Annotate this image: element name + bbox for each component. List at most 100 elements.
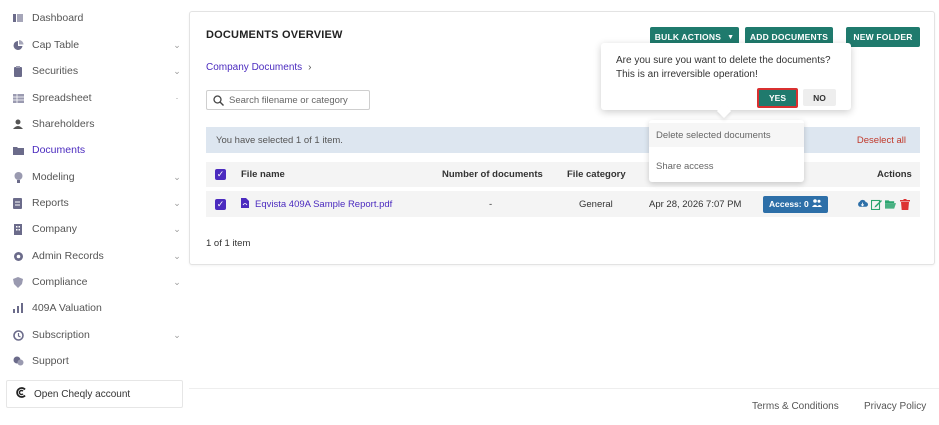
pie-chart-icon xyxy=(12,39,24,51)
sidebar-item-label: Dashboard xyxy=(32,12,84,24)
chevron-down-icon: ⌄ xyxy=(173,329,181,340)
check-icon: ✓ xyxy=(215,198,226,210)
caret-down-icon: ▼ xyxy=(727,33,735,41)
sidebar-item-label: Reports xyxy=(32,197,69,209)
no-button[interactable]: NO xyxy=(803,89,836,106)
search-box xyxy=(206,90,370,110)
sidebar-item-dashboard[interactable]: Dashboard xyxy=(12,10,182,26)
delete-confirm-popover: Are you sure you want to delete the docu… xyxy=(601,43,851,119)
sidebar-item-admin-records[interactable]: Admin Records ⌄ xyxy=(12,248,182,264)
clipboard-icon xyxy=(12,65,24,77)
report-icon xyxy=(12,197,24,209)
chevron-right-icon: › xyxy=(308,62,312,73)
chevron-down-icon: ⌄ xyxy=(173,250,181,261)
pagination-text: 1 of 1 item xyxy=(206,238,251,249)
sidebar-item-label: Support xyxy=(32,355,69,367)
file-name-text: Eqvista 409A Sample Report.pdf xyxy=(255,198,393,210)
access-button[interactable]: Access: 0 xyxy=(763,195,828,213)
delete-selected-documents-item[interactable]: Delete selected documents xyxy=(649,123,804,147)
sidebar-item-label: Admin Records xyxy=(32,250,104,262)
sidebar-item-label: Compliance xyxy=(32,276,88,288)
access-badge-cell: Access: 0 xyxy=(763,191,828,217)
date-cell: Apr 28, 2026 7:07 PM xyxy=(649,198,742,210)
sidebar-item-company[interactable]: Company ⌄ xyxy=(12,221,182,237)
sidebar-item-409a-valuation[interactable]: 409A Valuation xyxy=(12,300,182,316)
column-header-file-name[interactable]: File name xyxy=(241,162,285,187)
user-icon xyxy=(12,118,24,130)
new-folder-button[interactable]: NEW FOLDER xyxy=(846,27,920,47)
cheqly-logo-icon xyxy=(16,387,27,401)
folder-icon xyxy=(12,144,24,156)
open-cheqly-account-button[interactable]: Open Cheqly account xyxy=(6,380,183,408)
valuation-icon xyxy=(12,302,24,314)
edit-icon[interactable] xyxy=(871,199,882,210)
folder-open-icon[interactable] xyxy=(885,199,896,210)
column-header-number-of-documents[interactable]: Number of documents xyxy=(442,162,543,187)
sidebar-item-label: Spreadsheet xyxy=(32,92,92,104)
page-title: DOCUMENTS OVERVIEW xyxy=(206,29,343,41)
download-icon[interactable] xyxy=(857,199,868,210)
dashboard-icon xyxy=(12,12,24,24)
sidebar-item-label: Shareholders xyxy=(32,118,95,130)
access-label: Access: 0 xyxy=(769,199,809,209)
sidebar-item-label: 409A Valuation xyxy=(32,302,102,314)
sidebar-item-reports[interactable]: Reports ⌄ xyxy=(12,195,182,211)
footer-divider xyxy=(189,388,939,389)
sidebar-item-label: Modeling xyxy=(32,171,75,183)
sidebar-item-securities[interactable]: Securities ⌄ xyxy=(12,63,182,79)
sidebar-item-label: Securities xyxy=(32,65,79,77)
sidebar-item-label: Subscription xyxy=(32,329,90,341)
terms-link[interactable]: Terms & Conditions xyxy=(752,401,839,412)
sidebar-item-spreadsheet[interactable]: Spreadsheet · xyxy=(12,90,182,106)
building-icon xyxy=(12,223,24,235)
privacy-link[interactable]: Privacy Policy xyxy=(864,401,926,412)
cheqly-label: Open Cheqly account xyxy=(34,388,131,400)
sidebar-item-support[interactable]: Support xyxy=(12,353,182,369)
file-name-link[interactable]: Eqvista 409A Sample Report.pdf xyxy=(241,191,392,217)
sidebar-item-label: Documents xyxy=(32,144,86,156)
shield-icon xyxy=(12,276,24,288)
bulk-actions-dropdown: Delete selected documents Share access xyxy=(649,120,804,182)
deselect-all-link[interactable]: Deselect all xyxy=(857,135,906,146)
row-actions xyxy=(857,191,913,217)
sidebar-item-subscription[interactable]: Subscription ⌄ xyxy=(12,327,182,343)
select-all-checkbox[interactable]: ✓ xyxy=(215,162,226,187)
chevron-down-icon: ⌄ xyxy=(173,65,181,76)
users-icon xyxy=(811,199,822,209)
subscription-icon xyxy=(12,329,24,341)
search-icon xyxy=(213,94,224,106)
check-icon: ✓ xyxy=(215,169,226,180)
column-header-actions: Actions xyxy=(877,169,912,180)
search-input[interactable] xyxy=(229,94,369,106)
sidebar-item-compliance[interactable]: Compliance ⌄ xyxy=(12,274,182,290)
share-access-item[interactable]: Share access xyxy=(649,154,804,178)
bulk-actions-label: BULK ACTIONS xyxy=(654,32,722,42)
lightbulb-icon xyxy=(12,171,24,183)
selection-text: You have selected 1 of 1 item. xyxy=(216,134,343,146)
pdf-file-icon xyxy=(241,197,249,211)
trash-icon[interactable] xyxy=(899,198,910,210)
chevron-down-icon: · xyxy=(175,93,179,103)
file-category-cell: General xyxy=(579,198,613,210)
chevron-down-icon: ⌄ xyxy=(173,276,181,287)
selection-bar: You have selected 1 of 1 item. Deselect … xyxy=(206,127,920,153)
sidebar-item-shareholders[interactable]: Shareholders xyxy=(12,116,182,132)
row-checkbox[interactable]: ✓ xyxy=(215,191,226,217)
sidebar-item-cap-table[interactable]: Cap Table ⌄ xyxy=(12,37,182,53)
breadcrumb: Company Documents › xyxy=(206,62,312,73)
sidebar-item-label: Company xyxy=(32,223,77,235)
sidebar-item-modeling[interactable]: Modeling ⌄ xyxy=(12,169,182,185)
chevron-down-icon: ⌄ xyxy=(173,223,181,234)
spreadsheet-icon xyxy=(12,92,24,104)
support-icon xyxy=(12,355,24,367)
table-header: ✓ File name Number of documents File cat… xyxy=(206,162,920,187)
yes-button[interactable]: YES xyxy=(757,88,798,108)
chevron-down-icon: ⌄ xyxy=(173,39,181,50)
number-of-documents-cell: - xyxy=(489,198,493,210)
sidebar-item-label: Cap Table xyxy=(32,39,80,51)
column-header-file-category[interactable]: File category xyxy=(567,162,626,187)
breadcrumb-company-documents[interactable]: Company Documents xyxy=(206,62,302,73)
sidebar: Dashboard Cap Table ⌄ Securities ⌄ Sprea… xyxy=(0,0,189,425)
sidebar-item-documents[interactable]: Documents xyxy=(12,142,182,158)
admin-icon xyxy=(12,250,24,262)
